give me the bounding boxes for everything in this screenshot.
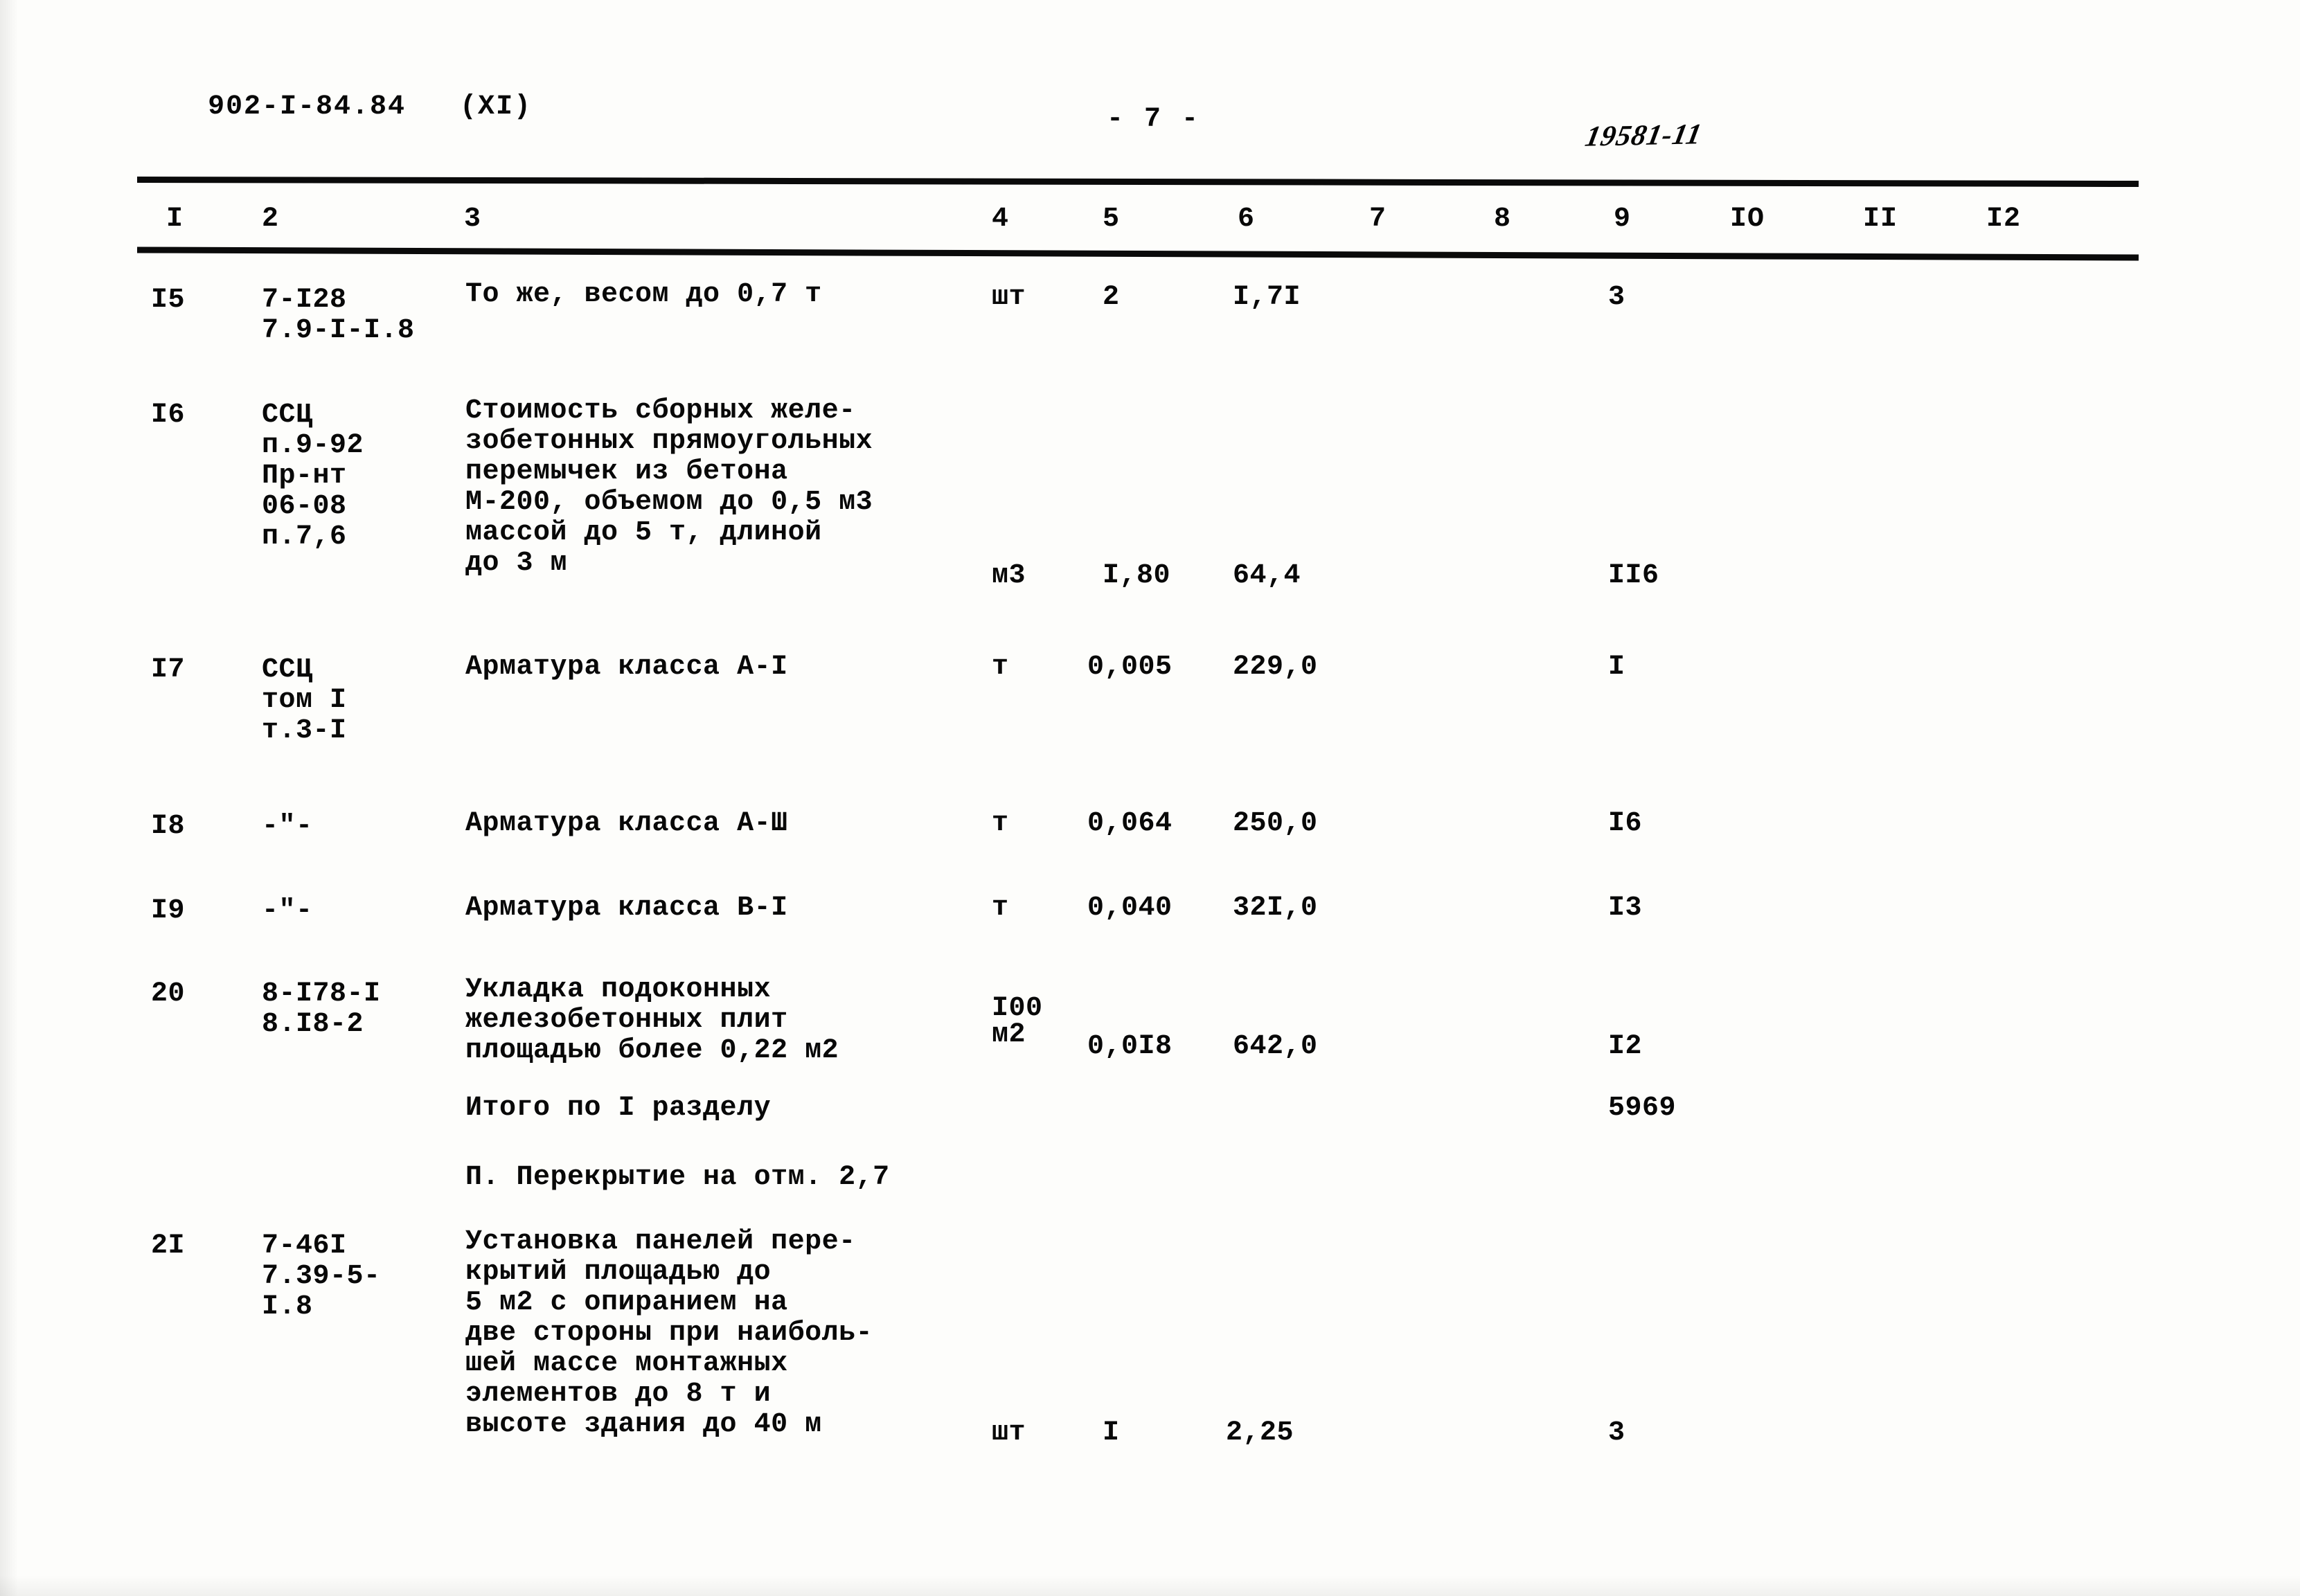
column-header-4: 4: [992, 204, 1010, 235]
column-header-1: I: [166, 204, 184, 235]
row-price: 2,25: [1226, 1417, 1294, 1449]
row-total: 3: [1608, 1417, 1625, 1449]
subtotal-value: 5969: [1608, 1093, 1677, 1124]
row-price: 64,4: [1233, 560, 1301, 591]
row-description: Стоимость сборных желе- зобетонных прямо…: [465, 395, 873, 579]
row-number: I9: [151, 895, 186, 926]
row-description: Арматура класса А-Ш: [465, 808, 788, 839]
column-header-2: 2: [262, 204, 280, 235]
row-quantity: 0,005: [1087, 652, 1173, 683]
row-description: То же, весом до 0,7 т: [465, 279, 822, 310]
row-quantity: I,80: [1103, 560, 1171, 591]
row-total: II6: [1608, 560, 1659, 591]
row-total: I: [1608, 652, 1625, 683]
row-description: Арматура класса А-I: [465, 652, 788, 683]
row-number: I8: [151, 811, 186, 842]
document-page: 902-I-84.84 (XI) - 7 - 19581-11 I 2 3 4 …: [0, 0, 2300, 1596]
row-unit: шт: [992, 1417, 1026, 1449]
row-description: Укладка подоконных железобетонных плит п…: [465, 974, 839, 1066]
row-price: 642,0: [1233, 1031, 1318, 1062]
page-number: - 7 -: [1107, 104, 1201, 135]
column-header-8: 8: [1494, 204, 1512, 235]
handwritten-stamp-number: 19581-11: [1583, 118, 1705, 153]
column-header-5: 5: [1103, 204, 1121, 235]
row-number: I5: [151, 285, 186, 316]
subtotal-label: Итого по I разделу: [465, 1093, 772, 1124]
row-code: -"-: [262, 895, 313, 926]
column-header-7: 7: [1369, 204, 1387, 235]
row-price: 32I,0: [1233, 893, 1318, 924]
row-number: I6: [151, 400, 186, 431]
row-number: I7: [151, 654, 186, 685]
row-unit: т: [992, 652, 1009, 683]
row-code: 8-I78-I 8.I8-2: [262, 978, 381, 1040]
scan-edge-shadow: [0, 0, 18, 1596]
row-code: ССЦ том I т.3-I: [262, 654, 347, 746]
row-quantity: 2: [1103, 282, 1120, 313]
column-header-9: 9: [1614, 204, 1632, 235]
row-code: ССЦ п.9-92 Пр-нт 06-08 п.7,6: [262, 400, 364, 553]
column-header-3: 3: [464, 204, 482, 235]
row-description: Арматура класса В-I: [465, 893, 788, 924]
row-number: 20: [151, 978, 186, 1010]
row-code: 7-46I 7.39-5- I.8: [262, 1230, 381, 1322]
document-code: 902-I-84.84 (XI): [207, 91, 533, 123]
section-heading: П. Перекрытие на отм. 2,7: [465, 1162, 890, 1193]
row-total: 3: [1608, 282, 1625, 313]
table-top-rule: [136, 176, 2139, 188]
row-code: 7-I28 7.9-I-I.8: [262, 285, 415, 346]
row-total: I3: [1608, 893, 1643, 924]
column-header-6: 6: [1238, 204, 1256, 235]
row-unit: т: [992, 808, 1009, 839]
row-quantity: 0,064: [1087, 808, 1173, 839]
row-code: -"-: [262, 811, 313, 842]
row-price: I,7I: [1233, 282, 1301, 313]
column-header-11: II: [1863, 204, 1898, 235]
column-header-12: I2: [1986, 204, 2022, 235]
row-number: 2I: [151, 1230, 186, 1262]
row-unit: м3: [992, 560, 1026, 591]
scan-edge-shadow-bottom: [0, 1575, 2300, 1596]
row-price: 250,0: [1233, 808, 1318, 839]
row-total: I6: [1608, 808, 1643, 839]
row-quantity: 0,0I8: [1087, 1031, 1173, 1062]
row-unit: т: [992, 893, 1009, 924]
column-header-10: IO: [1730, 204, 1765, 235]
table-header-rule: [136, 246, 2139, 261]
row-unit: I00 м2: [992, 993, 1043, 1050]
row-quantity: 0,040: [1087, 893, 1173, 924]
row-price: 229,0: [1233, 652, 1318, 683]
row-unit: шт: [992, 282, 1026, 313]
row-total: I2: [1608, 1031, 1643, 1062]
row-description: Установка панелей пере- крытий площадью …: [465, 1226, 873, 1440]
